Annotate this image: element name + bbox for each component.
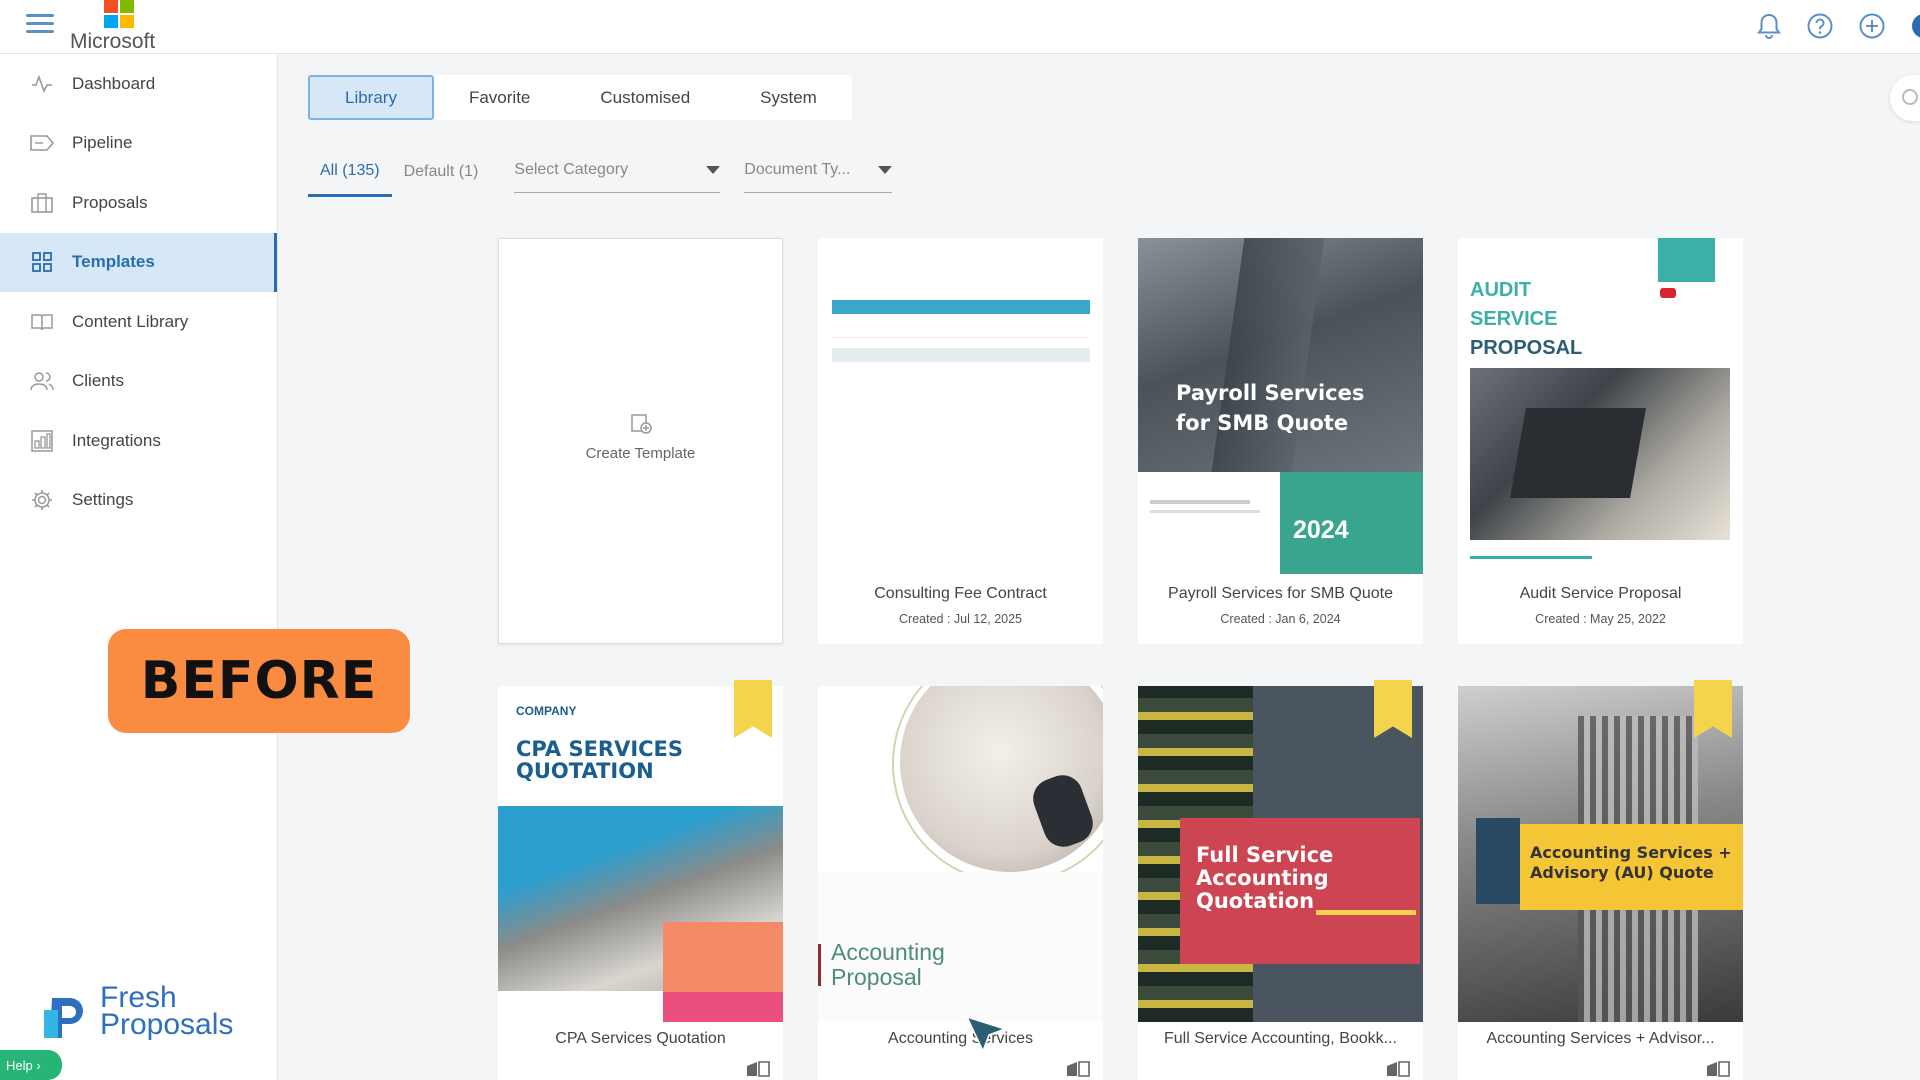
sidebar-item-integrations[interactable]: Integrations xyxy=(0,411,277,471)
card-title: Full Service Accounting, Bookk... xyxy=(1164,1030,1397,1047)
card-title: Accounting Services + Advisor... xyxy=(1486,1030,1715,1047)
chevron-right-icon: › xyxy=(36,1057,41,1073)
template-card[interactable]: Accounting Services + Advisory (AU) Quote… xyxy=(1458,680,1743,1080)
add-file-icon xyxy=(631,414,652,434)
chevron-down-icon xyxy=(706,165,721,174)
help-circle-icon[interactable] xyxy=(1806,12,1834,40)
card-title: Consulting Fee Contract xyxy=(874,585,1047,602)
tag-icon xyxy=(30,131,54,155)
grid-icon xyxy=(30,250,54,274)
mouse-cursor-icon xyxy=(965,1015,1008,1053)
top-bar: Microsoft xyxy=(0,0,1920,54)
briefcase-icon xyxy=(30,191,54,215)
duplicate-icon[interactable] xyxy=(745,1060,771,1078)
bell-icon[interactable] xyxy=(1756,12,1782,40)
integrations-icon xyxy=(30,429,54,453)
filter-all[interactable]: All (135) xyxy=(308,147,392,197)
search-icon xyxy=(1902,89,1918,105)
filter-default[interactable]: Default (1) xyxy=(392,147,491,197)
duplicate-icon[interactable] xyxy=(1705,1060,1731,1078)
filter-bar: All (135) Default (1) Select Category Do… xyxy=(308,147,893,197)
template-card[interactable]: Accounting Proposal Accounting Services xyxy=(818,686,1103,1080)
card-thumbnail: Accounting Services + Advisory (AU) Quote xyxy=(1458,686,1743,1022)
sidebar-item-label: Content Library xyxy=(72,311,189,331)
sidebar-item-label: Settings xyxy=(72,490,134,510)
card-date: Created : Jul 12, 2025 xyxy=(899,612,1022,626)
activity-icon xyxy=(30,72,54,96)
sidebar-item-label: Proposals xyxy=(72,192,148,212)
duplicate-icon[interactable] xyxy=(1385,1060,1411,1078)
main-content: Library Favorite Customised System All (… xyxy=(279,55,1920,1080)
brand-name: Microsoft xyxy=(70,30,156,53)
template-card[interactable]: Full Service Accounting Quotation Full Ser… xyxy=(1138,680,1423,1080)
document-type-select[interactable]: Document Ty... xyxy=(744,147,893,193)
card-thumbnail: COMPANY CPA SERVICES QUOTATION xyxy=(498,686,783,1022)
sidebar-item-clients[interactable]: Clients xyxy=(0,352,277,412)
brand-text: Fresh Proposals xyxy=(100,981,234,1041)
sidebar-item-label: Pipeline xyxy=(72,133,133,153)
sidebar: Dashboard Pipeline Proposals Templates C… xyxy=(0,54,410,1080)
template-card[interactable]: COMPANY CPA SERVICES QUOTATION CPA Servic… xyxy=(498,680,783,1080)
sidebar-item-label: Integrations xyxy=(72,430,161,450)
card-title: Accounting Services xyxy=(888,1030,1033,1047)
tab-favorite[interactable]: Favorite xyxy=(434,75,565,120)
card-thumbnail: AUDIT SERVICE PROPOSAL xyxy=(1458,238,1743,574)
card-date: Created : Jan 6, 2024 xyxy=(1220,612,1341,626)
template-card[interactable]: Payroll Services for SMB Quote 2024 Payr… xyxy=(1138,238,1423,644)
card-date: Created : May 25, 2022 xyxy=(1535,612,1666,626)
tab-library[interactable]: Library xyxy=(308,75,434,120)
card-title: Create Template xyxy=(585,445,696,462)
hamburger-menu-icon[interactable] xyxy=(26,14,54,36)
duplicate-icon[interactable] xyxy=(1065,1060,1091,1078)
sidebar-item-dashboard[interactable]: Dashboard xyxy=(0,54,277,114)
tab-system[interactable]: System xyxy=(725,75,852,120)
search-toggle[interactable] xyxy=(1890,75,1920,121)
sidebar-item-label: Clients xyxy=(72,371,124,391)
card-title: Audit Service Proposal xyxy=(1519,585,1682,602)
chevron-down-icon xyxy=(878,165,893,174)
card-thumbnail: Full Service Accounting Quotation xyxy=(1138,686,1423,1022)
users-icon xyxy=(30,369,54,393)
fresh-proposals-mark xyxy=(44,998,83,1038)
card-title: CPA Services Quotation xyxy=(555,1030,726,1047)
sidebar-item-settings[interactable]: Settings xyxy=(0,471,277,531)
microsoft-logo[interactable]: Microsoft xyxy=(70,0,180,54)
library-tabs: Library Favorite Customised System xyxy=(308,75,852,120)
sidebar-item-label: Templates xyxy=(72,252,155,272)
sidebar-item-pipeline[interactable]: Pipeline xyxy=(0,114,277,174)
sidebar-item-content-library[interactable]: Content Library xyxy=(0,292,277,352)
card-thumbnail: Accounting Proposal xyxy=(818,686,1103,1022)
help-tab[interactable]: Help › xyxy=(0,1050,62,1080)
gear-icon xyxy=(30,488,54,512)
card-thumbnail xyxy=(818,238,1103,578)
tab-customised[interactable]: Customised xyxy=(565,75,725,120)
sidebar-item-proposals[interactable]: Proposals xyxy=(0,173,277,233)
microsoft-logo-mark xyxy=(104,0,134,28)
sidebar-item-label: Dashboard xyxy=(72,73,156,93)
plus-circle-icon[interactable] xyxy=(1858,12,1886,40)
category-select[interactable]: Select Category xyxy=(514,147,721,193)
book-icon xyxy=(30,310,54,334)
card-title: Payroll Services for SMB Quote xyxy=(1168,585,1393,602)
fresh-proposals-logo: Fresh Proposals xyxy=(42,981,262,1048)
sidebar-item-templates[interactable]: Templates xyxy=(0,232,277,292)
top-actions xyxy=(1756,10,1920,42)
avatar[interactable] xyxy=(1910,12,1920,40)
template-card[interactable]: AUDIT SERVICE PROPOSAL Audit Service Propo… xyxy=(1458,238,1743,644)
card-thumbnail: Payroll Services for SMB Quote 2024 xyxy=(1138,238,1423,574)
create-template-card[interactable]: Create Template xyxy=(498,238,783,644)
template-card[interactable]: Consulting Fee Contract Created : Jul 12… xyxy=(818,238,1103,644)
